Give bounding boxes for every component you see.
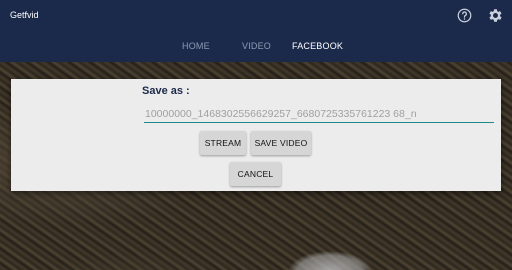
tab-home[interactable]: HOME bbox=[182, 41, 210, 51]
save-video-button[interactable]: SAVE VIDEO bbox=[251, 131, 311, 155]
help-icon[interactable] bbox=[457, 8, 472, 23]
app-title: Getfvid bbox=[10, 10, 39, 20]
save-as-dialog: Save as : STREAM SAVE VIDEO CANCEL bbox=[11, 79, 501, 191]
stream-button[interactable]: STREAM bbox=[200, 131, 246, 155]
tab-video[interactable]: VIDEO bbox=[242, 41, 271, 51]
app-bar: Getfvid bbox=[0, 0, 512, 32]
tab-facebook[interactable]: FACEBOOK bbox=[292, 41, 343, 51]
cancel-button[interactable]: CANCEL bbox=[230, 162, 281, 186]
gear-icon[interactable] bbox=[487, 7, 504, 24]
dialog-title: Save as : bbox=[142, 85, 190, 97]
filename-input[interactable] bbox=[144, 105, 494, 123]
tab-bar: HOME VIDEO FACEBOOK bbox=[0, 32, 512, 62]
